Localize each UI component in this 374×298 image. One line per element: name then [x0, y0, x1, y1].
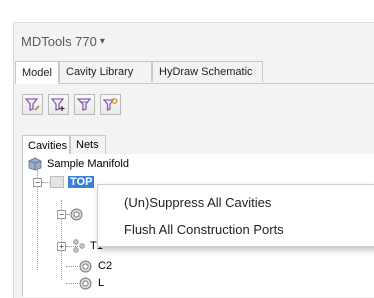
funnel-add-button[interactable] [48, 94, 69, 115]
tree-node-label: TOP [68, 176, 95, 188]
cavity-icon [79, 277, 92, 289]
tab-label: HyDraw Schematic [159, 66, 253, 78]
funnel-filter-button[interactable] [74, 94, 95, 115]
tree-node-label: Sample Manifold [47, 158, 129, 170]
funnel-settings-icon [103, 98, 118, 111]
app-title: MDTools 770 [21, 33, 97, 49]
cavity-icon [70, 208, 83, 220]
tab-label: Cavities [28, 139, 68, 152]
tree-connector [66, 283, 78, 284]
tree-node-label: C2 [98, 260, 113, 272]
tree-node-cavity[interactable]: − [57, 206, 83, 222]
funnel-settings-button[interactable] [100, 94, 121, 115]
funnel-add-icon [51, 98, 65, 111]
tab-label: Model [22, 67, 52, 79]
tree-node-top[interactable]: − TOP [33, 174, 95, 190]
menu-item-flush-all-construction-ports[interactable]: Flush All Construction Ports [124, 219, 284, 239]
menu-item-label: (Un)Suppress All Cavities [124, 194, 272, 210]
face-icon [50, 176, 64, 188]
tab-nets[interactable]: Nets [70, 135, 106, 154]
funnel-edit-button[interactable] [22, 94, 43, 115]
toolbar [22, 94, 121, 115]
tab-label: Cavity Library [66, 66, 134, 78]
tab-cavities[interactable]: Cavities [22, 135, 70, 155]
main-tabbar: Model Cavity Library HyDraw Schematic [15, 61, 374, 84]
collapse-toggle[interactable]: − [57, 209, 66, 219]
tree-node-c2[interactable]: C2 [79, 258, 112, 274]
tree-node-t1[interactable]: + T1 [57, 238, 103, 254]
tab-cavity-library[interactable]: Cavity Library [59, 61, 152, 82]
collapse-toggle[interactable]: − [33, 177, 42, 187]
tree-node-label: L [98, 277, 105, 289]
menu-item-unsuppress-all-cavities[interactable]: (Un)Suppress All Cavities [124, 192, 271, 212]
sub-tabbar: Cavities Nets [22, 135, 374, 155]
manifold-block-icon [28, 157, 42, 171]
tree-node-l[interactable]: L [79, 275, 104, 291]
app-title-dropdown[interactable]: MDTools 770 ▾ [21, 31, 105, 51]
tab-label: Nets [76, 139, 99, 151]
tab-hydraw-schematic[interactable]: HyDraw Schematic [152, 61, 263, 82]
expand-toggle[interactable]: + [57, 241, 66, 251]
tree-connector [66, 266, 78, 267]
context-menu: (Un)Suppress All Cavities Flush All Cons… [97, 184, 374, 247]
dropdown-caret-icon: ▾ [99, 35, 105, 47]
cavity-icon [79, 260, 92, 272]
funnel-filter-icon [77, 98, 92, 111]
menu-item-label: Flush All Construction Ports [124, 221, 284, 237]
tab-model[interactable]: Model [15, 61, 59, 84]
tree-node-root[interactable]: Sample Manifold [27, 156, 129, 172]
port-group-icon [73, 239, 85, 253]
funnel-edit-icon [25, 98, 40, 111]
